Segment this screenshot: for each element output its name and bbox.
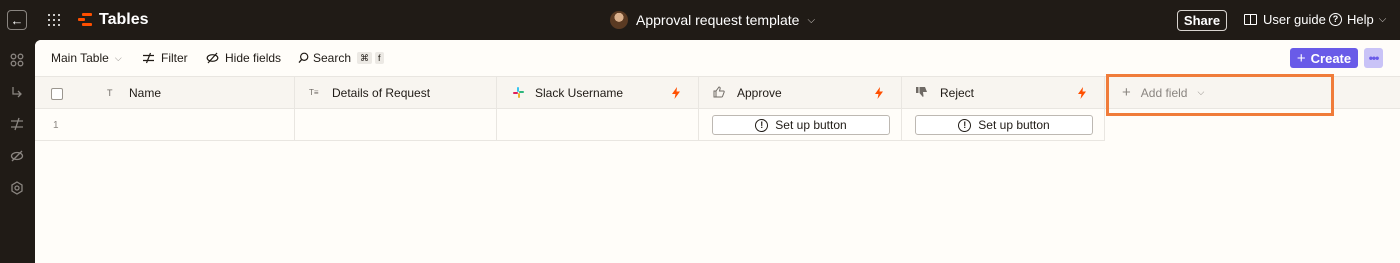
share-button[interactable]: Share xyxy=(1177,10,1227,31)
column-header-approve[interactable]: Approve xyxy=(699,77,902,108)
alert-icon: ! xyxy=(958,118,972,132)
alert-icon: ! xyxy=(755,118,769,132)
views-icon[interactable] xyxy=(9,52,25,68)
lightning-icon xyxy=(1078,87,1086,99)
eye-off-icon[interactable] xyxy=(9,148,25,164)
setup-button-label: Set up button xyxy=(775,118,847,132)
help-menu[interactable]: ? Help ⌵ xyxy=(1329,12,1386,27)
approve-setup-button[interactable]: ! Set up button xyxy=(712,115,890,135)
arrow-left-icon: ← xyxy=(10,12,24,28)
thumbs-down-icon xyxy=(916,87,927,97)
column-header-name[interactable]: T Name xyxy=(35,77,295,108)
chevron-down-icon: ⌵ xyxy=(1378,14,1387,25)
column-header-slack-username[interactable]: Slack Username xyxy=(497,77,699,108)
shortcut-key: f xyxy=(375,52,384,64)
help-label: Help xyxy=(1347,12,1374,27)
avatar xyxy=(610,11,628,29)
setup-button-label: Set up button xyxy=(978,118,1050,132)
reject-setup-button[interactable]: ! Set up button xyxy=(915,115,1093,135)
chevron-down-icon: ⌵ xyxy=(807,14,816,26)
filter-label: Filter xyxy=(161,51,188,65)
cell-slack-username[interactable] xyxy=(497,109,699,140)
app-title: Tables xyxy=(99,11,149,28)
table-toolbar: Main Table ⌵ Filter Hide fields Search ⌘… xyxy=(35,40,1400,76)
create-label: Create xyxy=(1310,50,1352,66)
highlight-box xyxy=(1106,74,1334,116)
more-options-button[interactable]: ••• xyxy=(1364,48,1383,68)
table-row[interactable]: 1 ! Set up button ! Set up button xyxy=(35,109,1105,141)
select-all-checkbox[interactable] xyxy=(51,88,63,100)
tables-logo-icon xyxy=(78,13,92,27)
search-button[interactable]: Search ⌘ f xyxy=(298,51,384,65)
shortcut-key: ⌘ xyxy=(357,52,373,64)
back-button[interactable]: ← xyxy=(7,10,27,30)
create-button[interactable]: + Create xyxy=(1290,48,1358,68)
plus-icon: + xyxy=(1296,49,1306,67)
left-rail xyxy=(0,40,34,263)
column-label: Approve xyxy=(737,85,782,100)
app-grid-icon[interactable] xyxy=(48,14,60,26)
cell-approve: ! Set up button xyxy=(699,109,902,140)
document-title: Approval request template xyxy=(636,12,800,28)
help-icon: ? xyxy=(1329,13,1342,26)
long-text-field-icon: T≡ xyxy=(309,88,319,97)
column-header-details[interactable]: T≡ Details of Request xyxy=(295,77,497,108)
document-title-menu[interactable]: Approval request template ⌵ xyxy=(610,11,815,29)
cell-reject: ! Set up button xyxy=(902,109,1105,140)
filter-button[interactable]: Filter xyxy=(142,51,188,65)
column-label: Slack Username xyxy=(535,85,624,100)
gear-icon[interactable] xyxy=(9,180,25,196)
view-label: Main Table xyxy=(51,51,109,65)
column-label: Details of Request xyxy=(332,85,431,100)
filter-icon xyxy=(143,52,154,64)
lightning-icon xyxy=(875,87,883,99)
view-selector[interactable]: Main Table ⌵ xyxy=(51,51,122,65)
search-icon xyxy=(298,52,309,64)
top-bar: ← Tables Approval request template ⌵ Sha… xyxy=(0,0,1400,40)
thumbs-up-icon xyxy=(713,86,725,98)
book-icon xyxy=(1244,14,1257,25)
search-label: Search xyxy=(313,51,352,65)
text-field-icon: T xyxy=(107,87,113,98)
user-guide-link[interactable]: User guide xyxy=(1244,12,1326,27)
row-number: 1 xyxy=(53,120,59,131)
main-panel: Main Table ⌵ Filter Hide fields Search ⌘… xyxy=(35,40,1400,263)
slack-icon xyxy=(513,87,524,98)
column-label: Name xyxy=(129,85,162,100)
cell-details[interactable] xyxy=(295,109,497,140)
chevron-down-icon: ⌵ xyxy=(114,52,122,63)
hide-fields-label: Hide fields xyxy=(225,51,282,65)
lightning-icon xyxy=(672,87,680,99)
cell-name[interactable]: 1 xyxy=(35,109,295,140)
hide-fields-button[interactable]: Hide fields xyxy=(206,51,281,65)
arrow-turn-down-right-icon[interactable] xyxy=(9,84,25,100)
filter-icon[interactable] xyxy=(9,116,25,132)
user-guide-label: User guide xyxy=(1263,12,1326,27)
eye-off-icon xyxy=(206,52,219,64)
column-header-reject[interactable]: Reject xyxy=(902,77,1105,108)
column-label: Reject xyxy=(940,85,975,100)
